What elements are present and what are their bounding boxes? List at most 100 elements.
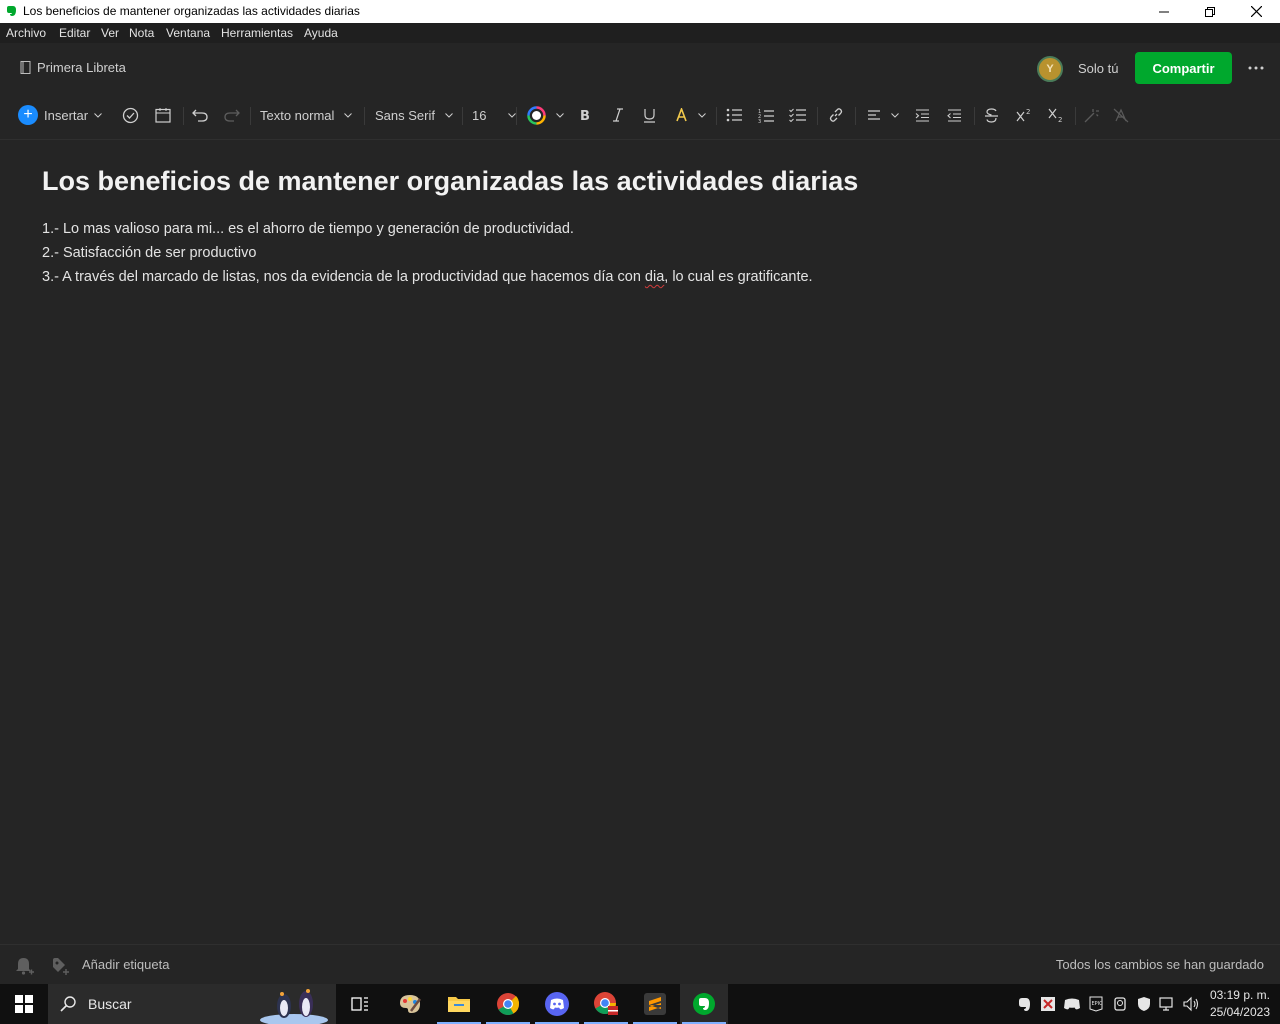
minimize-icon bbox=[1159, 11, 1169, 12]
restore-icon bbox=[1205, 6, 1215, 17]
taskbar-paint-app[interactable] bbox=[386, 984, 434, 1024]
reminder-button[interactable] bbox=[14, 955, 34, 980]
taskbar-search[interactable]: Buscar bbox=[48, 984, 336, 1024]
menu-archivo[interactable]: Archivo bbox=[6, 26, 46, 40]
undo-button[interactable] bbox=[192, 104, 208, 126]
outdent-button[interactable] bbox=[947, 104, 962, 126]
bold-icon: B bbox=[580, 109, 590, 122]
menu-nota[interactable]: Nota bbox=[129, 26, 154, 40]
toolbar-divider bbox=[516, 107, 517, 125]
chevron-down-icon bbox=[445, 112, 453, 118]
redo-button[interactable] bbox=[224, 104, 240, 126]
text-color-button[interactable] bbox=[527, 104, 564, 126]
numbered-list-button[interactable]: 123 bbox=[758, 104, 775, 126]
chevron-down-icon bbox=[891, 112, 899, 118]
start-button[interactable] bbox=[0, 984, 48, 1024]
toolbar-divider bbox=[855, 107, 856, 125]
link-button[interactable] bbox=[828, 104, 844, 126]
svg-text:2: 2 bbox=[1026, 108, 1030, 116]
font-size-dropdown[interactable]: 16 bbox=[472, 104, 517, 126]
bell-add-icon bbox=[16, 958, 34, 975]
plus-icon: + bbox=[18, 105, 38, 125]
calendar-button[interactable] bbox=[155, 104, 171, 126]
text-style-dropdown[interactable]: Texto normal bbox=[260, 104, 353, 126]
search-icon bbox=[60, 996, 76, 1012]
task-button[interactable] bbox=[122, 104, 139, 126]
tray-epic-games-icon[interactable]: EPIC bbox=[1086, 994, 1106, 1014]
toolbar-divider bbox=[364, 107, 365, 125]
evernote-app-icon bbox=[7, 6, 16, 16]
svg-text:3: 3 bbox=[758, 119, 761, 123]
note-header: Primera Libreta Y Solo tú Compartir bbox=[0, 43, 1280, 93]
search-highlight-penguins-icon bbox=[260, 989, 328, 1024]
insert-button[interactable]: + Insertar bbox=[18, 104, 102, 126]
clear-formatting-button[interactable] bbox=[1113, 104, 1129, 126]
insert-label: Insertar bbox=[44, 107, 89, 123]
taskbar-file-explorer[interactable] bbox=[435, 984, 483, 1024]
close-button[interactable] bbox=[1233, 0, 1279, 23]
svg-text:B: B bbox=[580, 109, 590, 122]
share-button[interactable]: Compartir bbox=[1135, 52, 1232, 84]
menu-ver[interactable]: Ver bbox=[101, 26, 119, 40]
font-family-dropdown[interactable]: Sans Serif bbox=[375, 104, 453, 126]
bold-button[interactable]: B bbox=[579, 104, 592, 126]
text-style-value: Texto normal bbox=[260, 107, 335, 123]
minimize-button[interactable] bbox=[1141, 0, 1187, 23]
note-title[interactable]: Los beneficios de mantener organizadas l… bbox=[42, 166, 858, 197]
indent-icon bbox=[915, 108, 929, 122]
menu-ayuda[interactable]: Ayuda bbox=[304, 26, 338, 40]
numbered-list-icon: 123 bbox=[758, 109, 774, 123]
tray-security-icon[interactable] bbox=[1134, 994, 1154, 1014]
taskbar-discord[interactable] bbox=[533, 984, 581, 1024]
superscript-button[interactable]: 2 bbox=[1016, 104, 1032, 126]
strikethrough-button[interactable] bbox=[984, 104, 999, 126]
underline-button[interactable] bbox=[643, 104, 656, 126]
indent-button[interactable] bbox=[915, 104, 930, 126]
align-dropdown[interactable] bbox=[867, 104, 899, 126]
menu-editar[interactable]: Editar bbox=[59, 26, 90, 40]
notebook-selector[interactable]: Primera Libreta bbox=[20, 60, 126, 75]
window-title-bar: Los beneficios de mantener organizadas l… bbox=[0, 0, 1280, 23]
tray-network-icon[interactable] bbox=[1158, 994, 1178, 1014]
highlighter-icon bbox=[676, 107, 687, 121]
taskbar-chrome-profile[interactable] bbox=[582, 984, 630, 1024]
more-options-button[interactable] bbox=[1244, 56, 1268, 80]
italic-icon bbox=[613, 108, 623, 122]
taskbar-clock[interactable]: 03:19 p. m. 25/04/2023 bbox=[1210, 987, 1270, 1021]
highlight-button[interactable] bbox=[675, 104, 706, 126]
bullet-list-button[interactable] bbox=[726, 104, 743, 126]
checklist-icon bbox=[789, 108, 806, 122]
taskbar-evernote[interactable] bbox=[680, 984, 728, 1024]
tray-app-icon[interactable] bbox=[1038, 994, 1058, 1014]
note-line-2[interactable]: 2.- Satisfacción de ser productivo bbox=[42, 245, 256, 261]
note-line-1[interactable]: 1.- Lo mas valioso para mi... es el ahor… bbox=[42, 221, 574, 237]
tray-volume-icon[interactable] bbox=[1182, 994, 1202, 1014]
avatar[interactable]: Y bbox=[1037, 56, 1063, 82]
discord-icon bbox=[545, 992, 569, 1016]
font-family-value: Sans Serif bbox=[375, 107, 435, 123]
taskbar-chrome[interactable] bbox=[484, 984, 532, 1024]
subscript-button[interactable]: 2 bbox=[1048, 104, 1064, 126]
taskbar-sublime-text[interactable] bbox=[631, 984, 679, 1024]
formatting-toolbar: + Insertar Texto normal Sans Serif 16 B … bbox=[0, 93, 1280, 140]
task-view-icon bbox=[351, 997, 368, 1011]
menu-ventana[interactable]: Ventana bbox=[166, 26, 210, 40]
tray-evernote-icon[interactable] bbox=[1014, 994, 1034, 1014]
menu-herramientas[interactable]: Herramientas bbox=[221, 26, 293, 40]
italic-button[interactable] bbox=[612, 104, 624, 126]
note-line-3[interactable]: 3.- A través del marcado de listas, nos … bbox=[42, 269, 813, 285]
font-size-value: 16 bbox=[472, 107, 487, 123]
task-view-button[interactable] bbox=[336, 984, 384, 1024]
tray-discord-icon[interactable] bbox=[1062, 994, 1082, 1014]
misspelled-word[interactable]: dia bbox=[645, 269, 664, 285]
ai-magic-button[interactable] bbox=[1084, 104, 1099, 126]
close-icon bbox=[1250, 6, 1262, 17]
tray-camera-icon[interactable] bbox=[1110, 994, 1130, 1014]
add-tag-button[interactable] bbox=[49, 955, 69, 980]
redo-icon bbox=[224, 109, 240, 122]
restore-button[interactable] bbox=[1187, 0, 1233, 23]
add-tag-label[interactable]: Añadir etiqueta bbox=[82, 957, 169, 972]
tag-add-icon bbox=[53, 958, 69, 975]
note-line-3-part-1: 3.- A través del marcado de listas, nos … bbox=[42, 269, 645, 285]
checklist-button[interactable] bbox=[789, 104, 807, 126]
